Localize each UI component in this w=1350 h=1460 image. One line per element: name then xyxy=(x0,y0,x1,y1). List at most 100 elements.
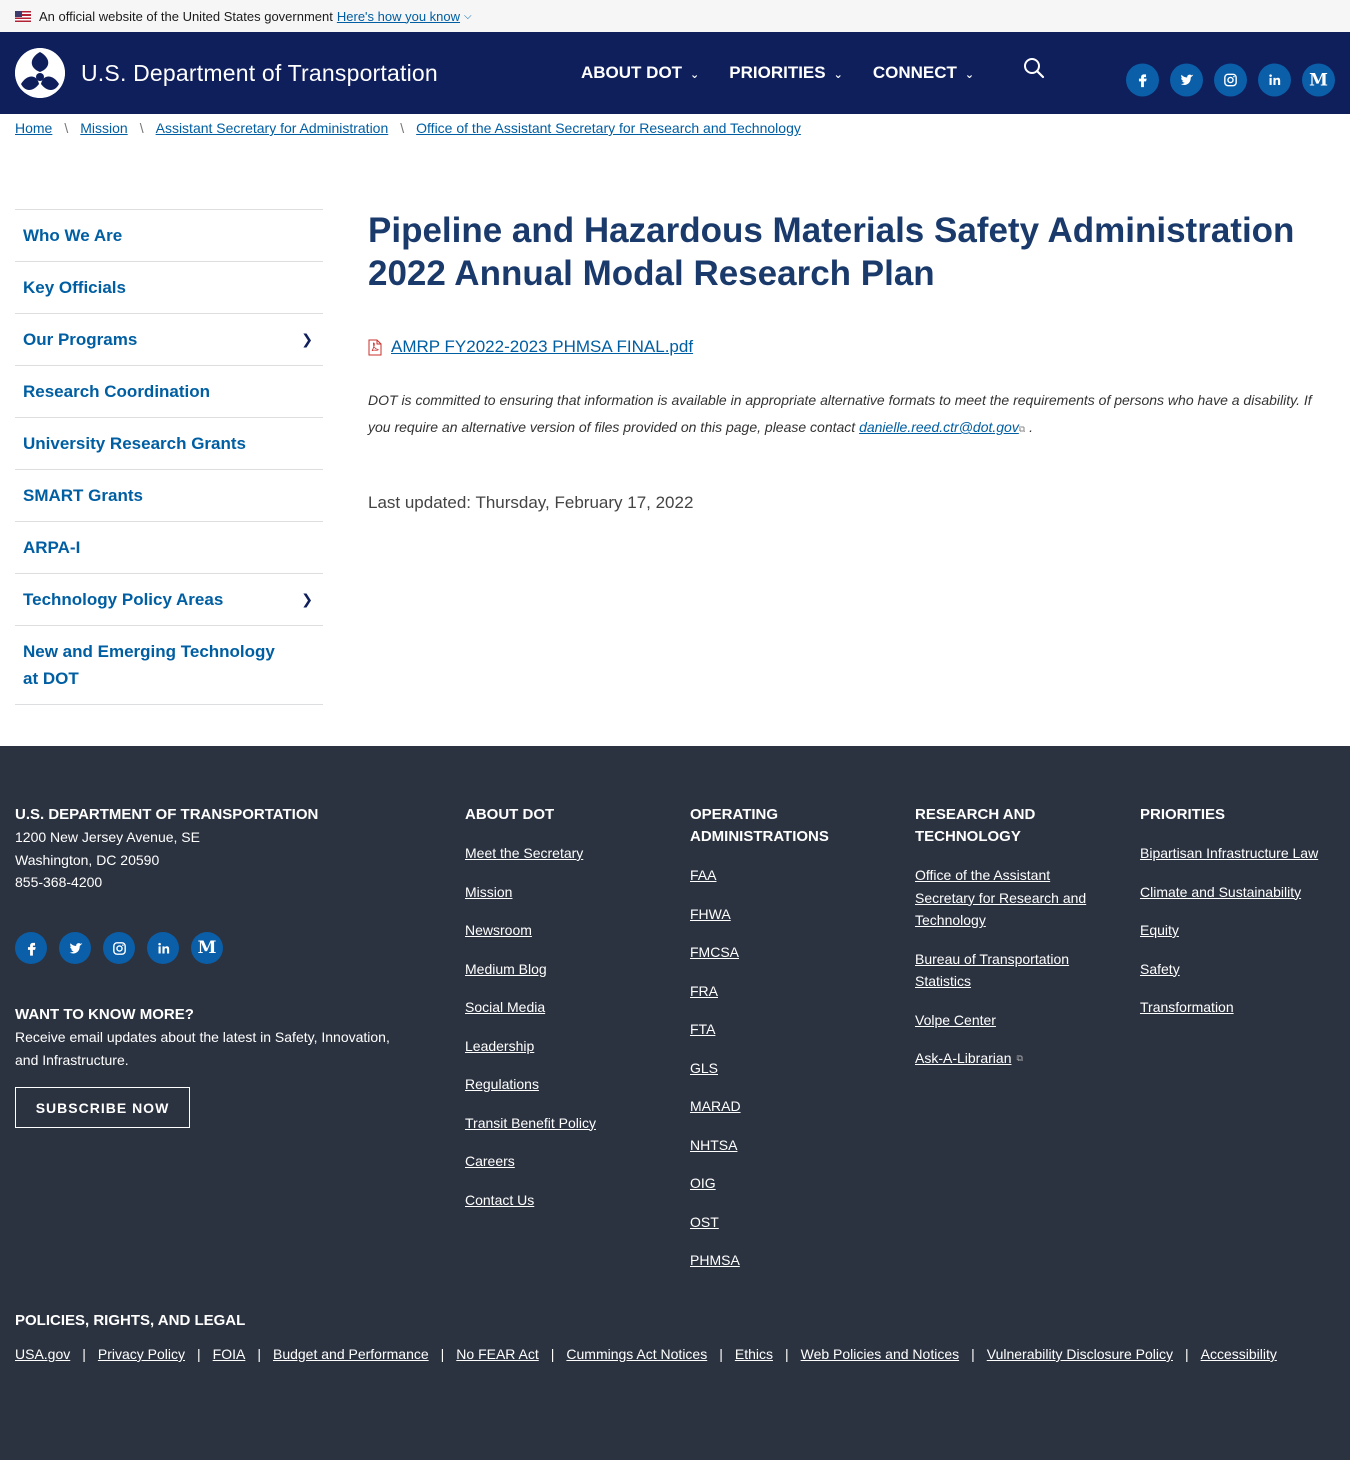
linkedin-icon[interactable] xyxy=(1258,63,1291,97)
address-line: 1200 New Jersey Avenue, SE xyxy=(15,829,200,845)
policy-link[interactable]: Cummings Act Notices xyxy=(566,1346,707,1362)
footer-link[interactable]: Mission xyxy=(465,881,665,904)
footer-link[interactable]: Transformation xyxy=(1140,996,1340,1019)
accessibility-note-end: . xyxy=(1029,419,1034,435)
policy-link[interactable]: Privacy Policy xyxy=(98,1346,185,1362)
chevron-right-icon[interactable]: ❯ xyxy=(301,586,313,613)
chevron-down-icon: ⌄ xyxy=(964,69,975,81)
policy-link[interactable]: USA.gov xyxy=(15,1346,70,1362)
sidebar-item-arpa-i[interactable]: ARPA-I xyxy=(15,522,323,574)
policy-link[interactable]: Budget and Performance xyxy=(273,1346,429,1362)
medium-icon[interactable]: M xyxy=(191,932,223,964)
chevron-down-icon[interactable]: ⌵ xyxy=(464,11,472,22)
breadcrumb-home[interactable]: Home xyxy=(15,120,52,136)
footer-link[interactable]: FAA xyxy=(690,864,880,887)
footer-link[interactable]: OIG xyxy=(690,1172,880,1195)
last-updated: Last updated: Thursday, February 17, 202… xyxy=(368,493,694,512)
footer-org: U.S. DEPARTMENT OF TRANSPORTATION 1200 N… xyxy=(15,804,435,894)
breadcrumb-mission[interactable]: Mission xyxy=(80,120,127,136)
footer-link[interactable]: FRA xyxy=(690,980,880,1003)
separator: | xyxy=(719,1346,723,1362)
external-link-icon: ⧉ xyxy=(1018,424,1026,434)
footer-link[interactable]: Equity xyxy=(1140,919,1340,942)
footer-link[interactable]: Contact Us xyxy=(465,1189,665,1212)
footer-link[interactable]: Office of the Assistant Secretary for Re… xyxy=(915,864,1105,932)
footer-link[interactable]: NHTSA xyxy=(690,1134,880,1157)
chevron-right-icon[interactable]: ❯ xyxy=(301,326,313,353)
footer-link[interactable]: Climate and Sustainability xyxy=(1140,881,1340,904)
footer-link[interactable]: Ask-A-Librarian xyxy=(915,1047,1011,1070)
instagram-icon[interactable] xyxy=(103,932,135,964)
policy-link[interactable]: Ethics xyxy=(735,1346,773,1362)
sidebar-item-our-programs[interactable]: Our Programs ❯ xyxy=(15,314,323,366)
footer-link[interactable]: Safety xyxy=(1140,958,1340,981)
footer-link-list: Meet the Secretary Mission Newsroom Medi… xyxy=(465,842,665,1211)
policy-link[interactable]: FOIA xyxy=(213,1346,246,1362)
footer-link[interactable]: Bipartisan Infrastructure Law xyxy=(1140,842,1340,865)
separator: | xyxy=(784,1346,789,1362)
pdf-file-icon xyxy=(368,339,382,356)
footer-link[interactable]: Meet the Secretary xyxy=(465,842,665,865)
us-flag-icon xyxy=(15,10,31,22)
policy-link[interactable]: Vulnerability Disclosure Policy xyxy=(987,1346,1173,1362)
nav-priorities[interactable]: PRIORITIES ⌄ xyxy=(729,63,843,83)
footer-link[interactable]: FHWA xyxy=(690,903,880,926)
dot-logo-link[interactable]: U.S. Department of Transportation xyxy=(15,48,438,98)
ask-a-librarian-row: Ask-A-Librarian ⧉ xyxy=(915,1047,1105,1070)
site-footer: U.S. DEPARTMENT OF TRANSPORTATION 1200 N… xyxy=(0,746,1350,1460)
footer-link[interactable]: Medium Blog xyxy=(465,958,665,981)
sidebar-item-key-officials[interactable]: Key Officials xyxy=(15,262,323,314)
nav-about-dot[interactable]: ABOUT DOT ⌄ xyxy=(581,63,699,83)
footer-link[interactable]: FTA xyxy=(690,1018,880,1041)
medium-icon[interactable]: M xyxy=(1302,63,1335,97)
policy-link[interactable]: No FEAR Act xyxy=(456,1346,538,1362)
pdf-download-link[interactable]: AMRP FY2022-2023 PHMSA FINAL.pdf xyxy=(391,337,693,357)
footer-link[interactable]: GLS xyxy=(690,1057,880,1080)
breadcrumb-assistant-secretary[interactable]: Assistant Secretary for Administration xyxy=(156,120,389,136)
facebook-icon[interactable] xyxy=(15,932,47,964)
sidebar-item-label: Our Programs xyxy=(23,330,138,349)
footer-research-col: RESEARCH AND TECHNOLOGY Office of the As… xyxy=(915,804,1105,1070)
sidebar-item-label: New and Emerging Technology at DOT xyxy=(23,642,275,688)
sidebar-item-smart-grants[interactable]: SMART Grants xyxy=(15,470,323,522)
facebook-icon[interactable] xyxy=(1126,63,1159,97)
footer-link[interactable]: Regulations xyxy=(465,1073,665,1096)
footer-link[interactable]: Careers xyxy=(465,1150,665,1173)
twitter-icon[interactable] xyxy=(59,932,91,964)
policy-link[interactable]: Web Policies and Notices xyxy=(801,1346,959,1362)
sidebar-item-research-coordination[interactable]: Research Coordination xyxy=(15,366,323,418)
separator: | xyxy=(1184,1346,1189,1362)
site-title[interactable]: U.S. Department of Transportation xyxy=(81,60,438,87)
policy-link[interactable]: Accessibility xyxy=(1201,1346,1277,1362)
footer-link[interactable]: Transit Benefit Policy xyxy=(465,1112,665,1135)
nav-connect[interactable]: CONNECT ⌄ xyxy=(873,63,974,83)
sidebar-item-new-emerging-technology[interactable]: New and Emerging Technology at DOT xyxy=(15,626,323,705)
sidebar-item-university-research-grants[interactable]: University Research Grants xyxy=(15,418,323,470)
main-nav: ABOUT DOT ⌄ PRIORITIES ⌄ CONNECT ⌄ xyxy=(581,32,1004,114)
sidebar-item-technology-policy-areas[interactable]: Technology Policy Areas ❯ xyxy=(15,574,323,626)
footer-link[interactable]: OST xyxy=(690,1211,880,1234)
footer-link[interactable]: Volpe Center xyxy=(915,1009,1105,1032)
how-you-know-link[interactable]: Here's how you know xyxy=(337,9,460,24)
twitter-icon[interactable] xyxy=(1170,63,1203,97)
chevron-down-icon: ⌄ xyxy=(833,69,843,81)
footer-link[interactable]: FMCSA xyxy=(690,941,880,964)
breadcrumb-separator: \ xyxy=(64,120,69,136)
footer-link[interactable]: Newsroom xyxy=(465,919,665,942)
linkedin-icon[interactable] xyxy=(147,932,179,964)
nav-label: ABOUT DOT xyxy=(581,63,683,82)
subscribe-button[interactable]: SUBSCRIBE NOW xyxy=(15,1087,190,1128)
footer-about-col: ABOUT DOT Meet the Secretary Mission New… xyxy=(465,804,665,1211)
instagram-icon[interactable] xyxy=(1214,63,1247,97)
breadcrumb-ost-r[interactable]: Office of the Assistant Secretary for Re… xyxy=(416,120,801,136)
footer-link[interactable]: PHMSA xyxy=(690,1249,880,1272)
sidebar-item-who-we-are[interactable]: Who We Are xyxy=(15,210,323,262)
footer-link[interactable]: Leadership xyxy=(465,1035,665,1058)
separator: | xyxy=(197,1346,201,1362)
contact-email-link[interactable]: danielle.reed.ctr@dot.gov xyxy=(859,419,1019,435)
footer-link[interactable]: Social Media xyxy=(465,996,665,1019)
separator: | xyxy=(257,1346,261,1362)
search-icon[interactable] xyxy=(1020,54,1048,82)
footer-link[interactable]: MARAD xyxy=(690,1095,880,1118)
footer-link[interactable]: Bureau of Transportation Statistics xyxy=(915,948,1105,993)
